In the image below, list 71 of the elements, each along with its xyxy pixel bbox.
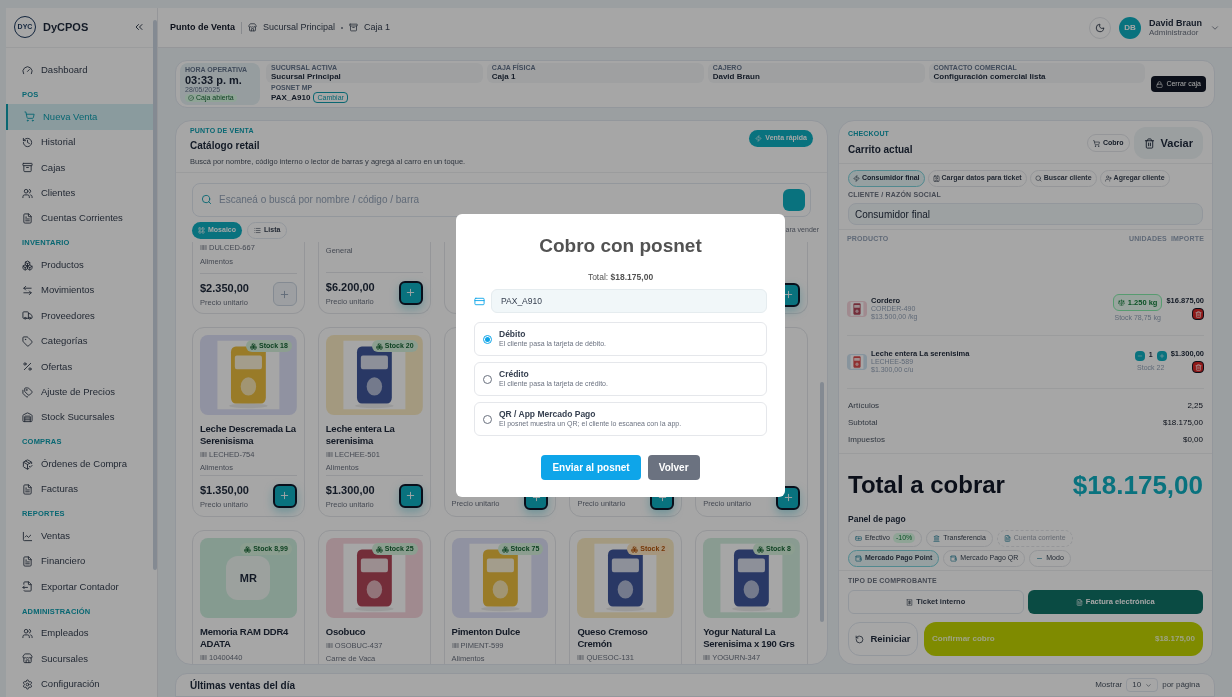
product-name: Leche entera La serenisima [325, 422, 396, 447]
summary-value: 2,25 [1187, 399, 1203, 412]
product-name: Memoria RAM DDR4 ADATA [200, 625, 290, 650]
sidebar-item[interactable]: Ajuste de Precios [6, 379, 153, 405]
sidebar-item[interactable]: Clientes [6, 180, 153, 206]
sidebar-item[interactable]: Categorías [6, 328, 153, 354]
breadcrumb-link[interactable]: Sucursal Principal [263, 20, 336, 35]
back-button[interactable]: Volver [647, 455, 700, 481]
sidebar-item[interactable]: Historial [6, 129, 153, 155]
customer-field[interactable]: Consumidor final [848, 203, 1203, 225]
sidebar-item[interactable]: Facturas [6, 476, 153, 503]
total-label: Total a cobrar [848, 470, 1005, 501]
search-field[interactable]: Escaneá o buscá por nombre / código / barra [192, 182, 811, 217]
field-value: Sucursal Principal [271, 72, 342, 82]
product-price: $1.300,00 [325, 483, 375, 498]
clear-button[interactable]: Vaciar [1133, 127, 1203, 159]
sidebar-item[interactable]: Stock Sucursales [6, 404, 153, 431]
summary-label: Subtotal [848, 416, 878, 429]
product-name: Yogur Natural La Serenisima x 190 Grs [703, 625, 796, 650]
sidebar-item[interactable]: Cuentas Corrientes [6, 205, 153, 232]
section-title: Panel de pago [848, 512, 907, 526]
sidebar-item[interactable]: Configuración [6, 671, 153, 697]
field-value: PAX_A910 [271, 92, 311, 103]
field-value: David Braun [712, 72, 761, 82]
user-name: David Braun [1149, 17, 1202, 28]
page-size-select[interactable]: 10 [1126, 678, 1159, 692]
product-price: $6.200,00 [325, 280, 375, 295]
summary-label: Artículos [848, 399, 880, 412]
device-field[interactable]: PAX_A910 [491, 289, 767, 314]
dialog-title: Cobro con posnet [539, 234, 702, 258]
panel-title: Carrito actual [848, 142, 913, 157]
sidebar-item[interactable]: Sucursales [6, 646, 153, 672]
breadcrumb-link[interactable]: Caja 1 [364, 20, 391, 35]
sidebar-item[interactable]: Ventas [6, 523, 153, 549]
product-price: $1.350,00 [200, 483, 249, 498]
panel-title: Catálogo retail [190, 138, 261, 153]
reset-button[interactable]: Reiniciar [848, 622, 918, 656]
breadcrumb-link[interactable]: Punto de Venta [170, 20, 235, 35]
show-label: Mostrar [1095, 679, 1123, 691]
summary-label: Impuestos [848, 433, 885, 446]
option-title: Crédito [499, 369, 530, 380]
time-text: 03:33 p. m. [185, 74, 243, 86]
sidebar-item[interactable]: Empleados [6, 620, 153, 647]
panel-title: Últimas ventas del día [190, 678, 296, 693]
sidebar-item[interactable]: Órdenes de Compra [6, 451, 153, 477]
dialog-total: Total: $18.175,00 [587, 270, 654, 284]
field-value: Configuración comercial lista [933, 72, 1047, 82]
option-title: Débito [499, 329, 527, 340]
total-amount: $18.175,00 [1072, 468, 1203, 502]
sidebar-item[interactable]: Cajas [6, 154, 153, 181]
product-name: Queso Cremoso Cremón [577, 625, 649, 650]
sidebar-item[interactable]: Proveedores [6, 303, 153, 329]
field-value: Caja 1 [491, 72, 517, 82]
summary-value: $0,00 [1182, 433, 1203, 446]
initials: MR [226, 555, 271, 600]
sidebar-item[interactable]: Ofertas [6, 353, 153, 380]
product-name: Osobuco [325, 625, 367, 638]
sidebar-item[interactable]: Exportar Contador [6, 574, 153, 600]
product-name: Leche Descremada La Serenisisma [200, 422, 297, 447]
sidebar-item[interactable]: Dashboard [6, 57, 153, 83]
sidebar-item[interactable]: Movimientos [6, 277, 153, 304]
per-page-label: por página [1162, 679, 1200, 691]
sidebar-item[interactable]: Financiero [6, 548, 153, 575]
sidebar-item[interactable]: Productos [6, 252, 153, 278]
user-role: Administrador [1149, 27, 1200, 38]
product-name: Pimenton Dulce [451, 625, 522, 638]
user-avatar: DB [1119, 16, 1141, 39]
summary-value: $18.175,00 [1162, 416, 1203, 429]
brand-name: DyCPOS [43, 20, 90, 35]
product-price: $2.350,00 [200, 281, 249, 297]
option-title: QR / App Mercado Pago [499, 409, 597, 420]
